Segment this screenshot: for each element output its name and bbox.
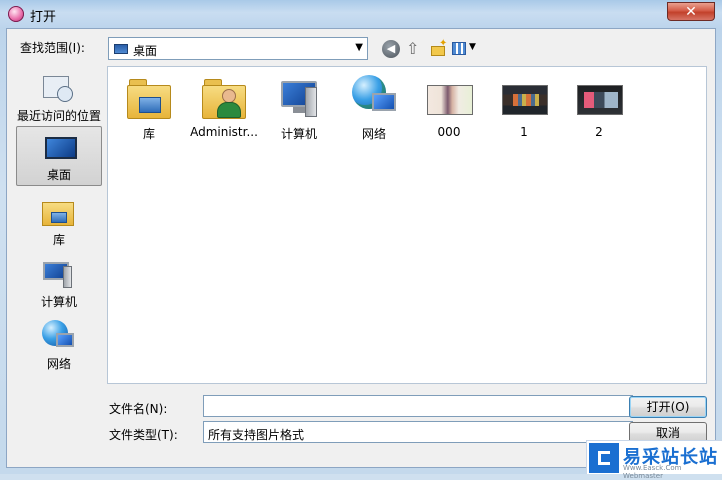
filetype-label: 文件类型(T):	[109, 428, 178, 442]
file-item-label: 网络	[361, 127, 386, 141]
place-label: 计算机	[40, 295, 77, 309]
file-item-network[interactable]: 网络	[335, 69, 413, 145]
image-thumbnail-icon	[425, 73, 473, 121]
sparkle-icon: ✦	[439, 38, 448, 49]
title-bar[interactable]: 打开 ✕	[0, 0, 722, 28]
filename-input[interactable]	[203, 395, 633, 417]
filename-label: 文件名(N):	[109, 402, 168, 416]
filetype-value: 所有支持图片格式	[208, 428, 305, 442]
computer-icon	[39, 256, 79, 290]
view-grid-icon	[452, 42, 466, 55]
file-item-000[interactable]: 000	[410, 69, 488, 145]
place-label: 网络	[46, 357, 71, 371]
place-label: 桌面	[46, 168, 71, 182]
network-icon	[39, 318, 79, 352]
file-item-label: 库	[142, 127, 155, 141]
image-thumbnail-icon	[500, 73, 548, 121]
file-item-label: 计算机	[280, 127, 317, 141]
dialog-window: 打开 ✕ 查找范围(I): 桌面 ▼ ◀ ⇧ ✦ ▼ 最近访问的位置 桌面 库 …	[0, 0, 722, 480]
network-icon	[350, 73, 398, 121]
place-recent[interactable]: 最近访问的位置	[14, 66, 104, 126]
file-item-label: 2	[595, 125, 603, 139]
libraries-icon	[39, 194, 79, 228]
chevron-down-icon: ▼	[355, 42, 363, 53]
site-logo-icon	[589, 443, 619, 473]
computer-icon	[275, 73, 323, 121]
watermark-url: Www.Easck.Com Webmaster	[623, 464, 682, 480]
place-label: 库	[52, 233, 65, 247]
close-button[interactable]: ✕	[667, 2, 715, 21]
file-item-computer[interactable]: 计算机	[260, 69, 338, 145]
desktop-icon	[114, 44, 128, 54]
file-item-label: 1	[520, 125, 528, 139]
watermark-badge: 易采站长站 Www.Easck.Com Webmaster	[586, 440, 722, 480]
look-in-label: 查找范围(I):	[20, 41, 85, 55]
place-libraries[interactable]: 库	[14, 190, 104, 250]
window-title: 打开	[30, 10, 57, 25]
chevron-down-icon: ▼	[469, 42, 476, 52]
new-folder-icon[interactable]: ✦	[430, 38, 448, 58]
back-arrow-icon[interactable]: ◀	[382, 40, 400, 58]
file-item-administrator[interactable]: Administr...	[185, 69, 263, 145]
libraries-folder-icon	[125, 73, 173, 121]
up-folder-icon[interactable]: ⇧	[406, 40, 424, 58]
user-folder-icon	[200, 73, 248, 121]
place-computer[interactable]: 计算机	[14, 252, 104, 312]
look-in-value: 桌面	[133, 44, 158, 58]
open-button[interactable]: 打开(O)	[629, 396, 707, 418]
views-menu-icon[interactable]: ▼	[452, 40, 478, 58]
recent-places-icon	[39, 70, 79, 104]
place-label: 最近访问的位置	[16, 109, 101, 123]
file-item-label: 000	[437, 125, 461, 139]
file-item-1[interactable]: 1	[485, 69, 563, 145]
file-item-2[interactable]: 2	[560, 69, 638, 145]
app-icon	[8, 6, 24, 22]
filetype-dropdown[interactable]: 所有支持图片格式	[203, 421, 633, 443]
file-item-libraries[interactable]: 库	[110, 69, 188, 145]
places-bar: 最近访问的位置 桌面 库 计算机 网络	[14, 66, 104, 378]
file-list-view[interactable]: 库 Administr... 计算机 网络 000 1 2	[107, 66, 707, 384]
image-thumbnail-icon	[575, 73, 623, 121]
look-in-dropdown[interactable]: 桌面 ▼	[108, 37, 368, 60]
place-desktop[interactable]: 桌面	[16, 126, 102, 186]
file-item-label: Administr...	[190, 125, 258, 139]
desktop-icon	[42, 131, 82, 165]
place-network[interactable]: 网络	[14, 314, 104, 374]
